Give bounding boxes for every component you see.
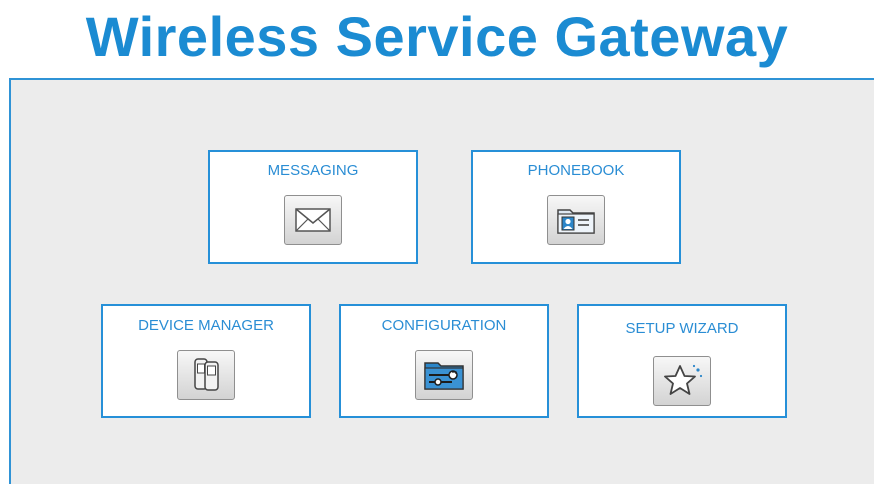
star-wizard-icon[interactable]: [653, 356, 711, 406]
contact-card-icon[interactable]: [547, 195, 605, 245]
messaging-tile[interactable]: MESSAGING: [208, 150, 418, 264]
device-manager-label: DEVICE MANAGER: [138, 317, 274, 334]
messaging-label: MESSAGING: [267, 162, 359, 179]
setup-wizard-tile[interactable]: SETUP WIZARD: [577, 304, 787, 418]
configuration-label: CONFIGURATION: [381, 317, 507, 334]
phonebook-label: PHONEBOOK: [527, 162, 625, 179]
envelope-icon[interactable]: [284, 195, 342, 245]
page-title: Wireless Service Gateway: [85, 5, 789, 68]
main-panel: MESSAGING PHONEBOOK DEVICE MANAGER CONFI…: [9, 78, 874, 484]
folder-settings-icon[interactable]: [415, 350, 473, 400]
phonebook-tile[interactable]: PHONEBOOK: [471, 150, 681, 264]
configuration-tile[interactable]: CONFIGURATION: [339, 304, 549, 418]
mobile-devices-icon[interactable]: [177, 350, 235, 400]
setup-wizard-label: SETUP WIZARD: [625, 320, 739, 337]
device-manager-tile[interactable]: DEVICE MANAGER: [101, 304, 311, 418]
